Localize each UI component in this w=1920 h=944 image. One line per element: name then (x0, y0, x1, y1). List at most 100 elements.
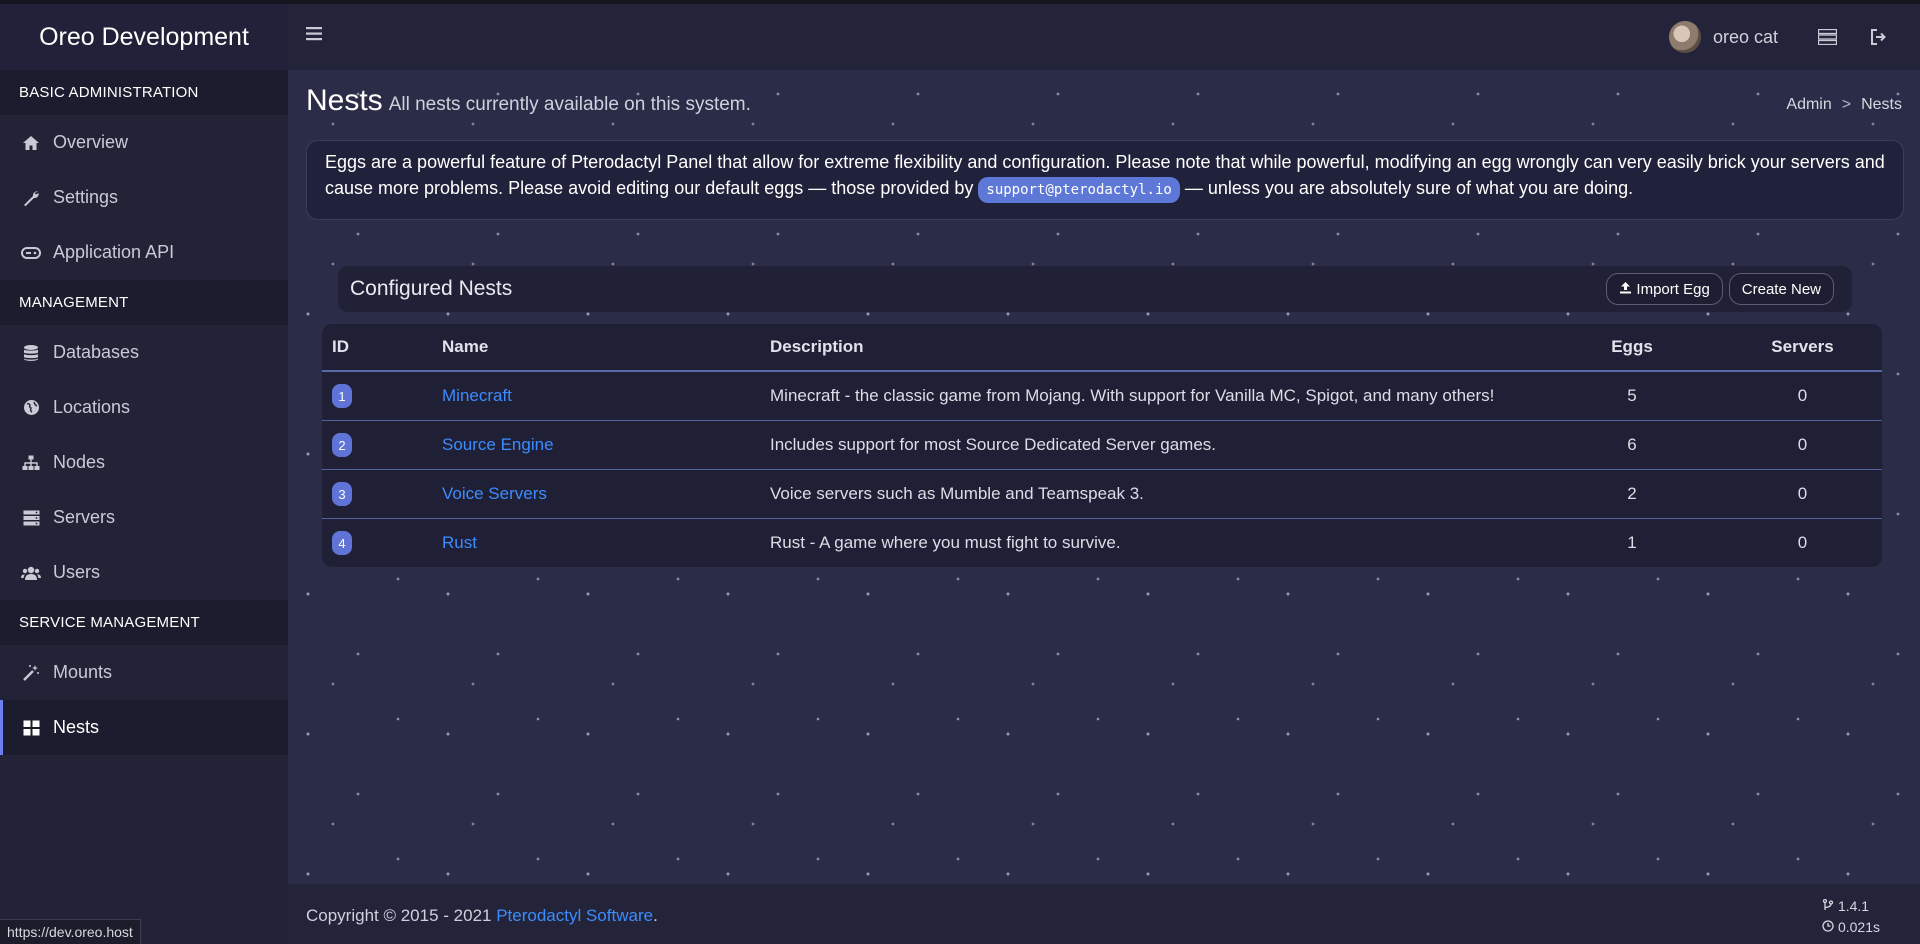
import-egg-button[interactable]: Import Egg (1606, 273, 1723, 305)
nest-servers-count: 0 (1723, 420, 1882, 470)
id-badge: 3 (332, 482, 352, 506)
nest-link-voice-servers[interactable]: Voice Servers (442, 484, 547, 503)
sidebar-item-label: Locations (53, 397, 131, 417)
nest-description: Includes support for most Source Dedicat… (769, 420, 1541, 470)
render-time: 0.021s (1837, 919, 1880, 935)
box-title: Configured Nests (350, 277, 513, 300)
sidebar-section-service-management: SERVICE MANAGEMENT (0, 600, 288, 645)
magic-icon (21, 663, 41, 683)
alert-text-end: — unless you are absolutely sure of what… (1179, 178, 1634, 198)
gamepad-icon (21, 243, 41, 263)
sign-out-icon[interactable] (1868, 26, 1890, 48)
server-list-icon[interactable] (1816, 26, 1838, 48)
support-email-code: support@pterodactyl.io (978, 177, 1180, 203)
nest-eggs-count: 2 (1541, 469, 1723, 519)
username[interactable]: oreo cat (1713, 27, 1778, 48)
nest-description: Voice servers such as Mumble and Teamspe… (769, 469, 1541, 519)
nest-link-rust[interactable]: Rust (442, 533, 477, 552)
avatar[interactable] (1668, 21, 1701, 53)
copyright-text: Copyright © 2015 - 2021 (306, 906, 497, 925)
nests-table: ID Name Description Eggs Servers 1 Minec… (322, 324, 1882, 567)
render-time-row: 0.021s (1822, 917, 1880, 938)
top-navbar: oreo cat (288, 4, 1920, 70)
nest-description: Rust - A game where you must fight to su… (770, 533, 1121, 552)
sidebar-item-locations[interactable]: Locations (0, 380, 288, 435)
upload-icon (1619, 281, 1632, 298)
sidebar-item-label: Nodes (53, 452, 106, 472)
breadcrumb: Admin > Nests (1786, 96, 1902, 114)
sidebar-item-label: Servers (53, 507, 116, 527)
copyright-suffix: . (653, 906, 658, 925)
grid-icon (21, 718, 41, 738)
database-icon (21, 343, 41, 363)
nest-eggs-count: 5 (1541, 371, 1723, 421)
sidebar: Oreo Development BASIC ADMINISTRATION Ov… (0, 4, 288, 944)
id-badge: 2 (332, 433, 352, 457)
id-badge: 4 (332, 531, 352, 555)
breadcrumb-admin[interactable]: Admin (1786, 96, 1831, 113)
sitemap-icon (21, 453, 41, 473)
status-bar-url: https://dev.oreo.host (0, 919, 141, 944)
create-new-button[interactable]: Create New (1728, 273, 1834, 305)
sidebar-item-users[interactable]: Users (0, 545, 288, 600)
breadcrumb-separator: > (1841, 96, 1852, 113)
table-row: 1 Minecraft Minecraft - the classic game… (322, 371, 1882, 421)
column-header-id: ID (322, 324, 441, 372)
nest-servers-count: 0 (1723, 371, 1882, 421)
sidebar-item-label: Databases (53, 342, 140, 362)
user-menu: oreo cat (1668, 4, 1920, 70)
sidebar-item-label: Mounts (53, 662, 113, 682)
users-icon (21, 563, 41, 583)
table-header-row: ID Name Description Eggs Servers (322, 324, 1882, 372)
content-header: Nests All nests currently available on th… (306, 84, 1902, 126)
table-row: 4 Rust Rust - A game where you must figh… (322, 519, 1882, 568)
table-row: 2 Source Engine Includes support for mos… (322, 420, 1882, 470)
sidebar-item-mounts[interactable]: Mounts (0, 645, 288, 700)
configured-nests-box-header: Configured Nests Import Egg Create New (338, 266, 1852, 312)
brand-logo[interactable]: Oreo Development (0, 4, 288, 70)
column-header-servers: Servers (1723, 324, 1882, 372)
nest-servers-count: 0 (1797, 533, 1808, 552)
wrench-icon (21, 188, 41, 208)
create-new-label: Create New (1741, 280, 1821, 298)
column-header-eggs: Eggs (1541, 324, 1723, 372)
globe-icon (21, 398, 41, 418)
nests-table-container: ID Name Description Eggs Servers 1 Minec… (322, 324, 1882, 567)
nest-eggs-count: 1 (1627, 533, 1637, 552)
pterodactyl-software-link[interactable]: Pterodactyl Software (496, 906, 653, 925)
nest-description: Minecraft - the classic game from Mojang… (769, 371, 1541, 421)
version-number: 1.4.1 (1837, 898, 1870, 914)
sidebar-item-databases[interactable]: Databases (0, 325, 288, 380)
sidebar-item-application-api[interactable]: Application API (0, 225, 288, 280)
footer: Copyright © 2015 - 2021 Pterodactyl Soft… (288, 884, 1920, 944)
server-icon (21, 508, 41, 528)
info-alert: Eggs are a powerful feature of Pterodact… (306, 140, 1904, 220)
version-info: 1.4.1 0.021s (1822, 896, 1880, 938)
sidebar-item-label: Settings (53, 187, 119, 207)
sidebar-item-nodes[interactable]: Nodes (0, 435, 288, 490)
home-icon (21, 133, 41, 153)
nest-link-minecraft[interactable]: Minecraft (442, 386, 512, 405)
import-egg-label: Import Egg (1636, 280, 1710, 298)
clock-icon (1822, 919, 1838, 935)
sidebar-item-label: Application API (53, 242, 175, 262)
nest-servers-count: 0 (1723, 469, 1882, 519)
page-title: Nests (306, 84, 383, 117)
sidebar-item-label: Overview (53, 132, 129, 152)
sidebar-item-servers[interactable]: Servers (0, 490, 288, 545)
column-header-description: Description (769, 324, 1541, 372)
nest-link-source-engine[interactable]: Source Engine (442, 435, 554, 454)
main-content: oreo cat Nests All nests currently availa… (288, 4, 1920, 944)
hamburger-menu-icon[interactable] (306, 26, 326, 46)
page-subtitle: All nests currently available on this sy… (388, 94, 751, 115)
version-row: 1.4.1 (1822, 896, 1880, 917)
box-tools: Import Egg Create New (1606, 273, 1834, 305)
table-row: 3 Voice Servers Voice servers such as Mu… (322, 469, 1882, 519)
sidebar-section-management: MANAGEMENT (0, 280, 288, 325)
sidebar-item-overview[interactable]: Overview (0, 115, 288, 170)
sidebar-item-nests[interactable]: Nests (0, 700, 288, 755)
column-header-name: Name (441, 324, 769, 372)
nest-eggs-count: 6 (1541, 420, 1723, 470)
sidebar-item-settings[interactable]: Settings (0, 170, 288, 225)
sidebar-item-label: Nests (53, 717, 100, 737)
